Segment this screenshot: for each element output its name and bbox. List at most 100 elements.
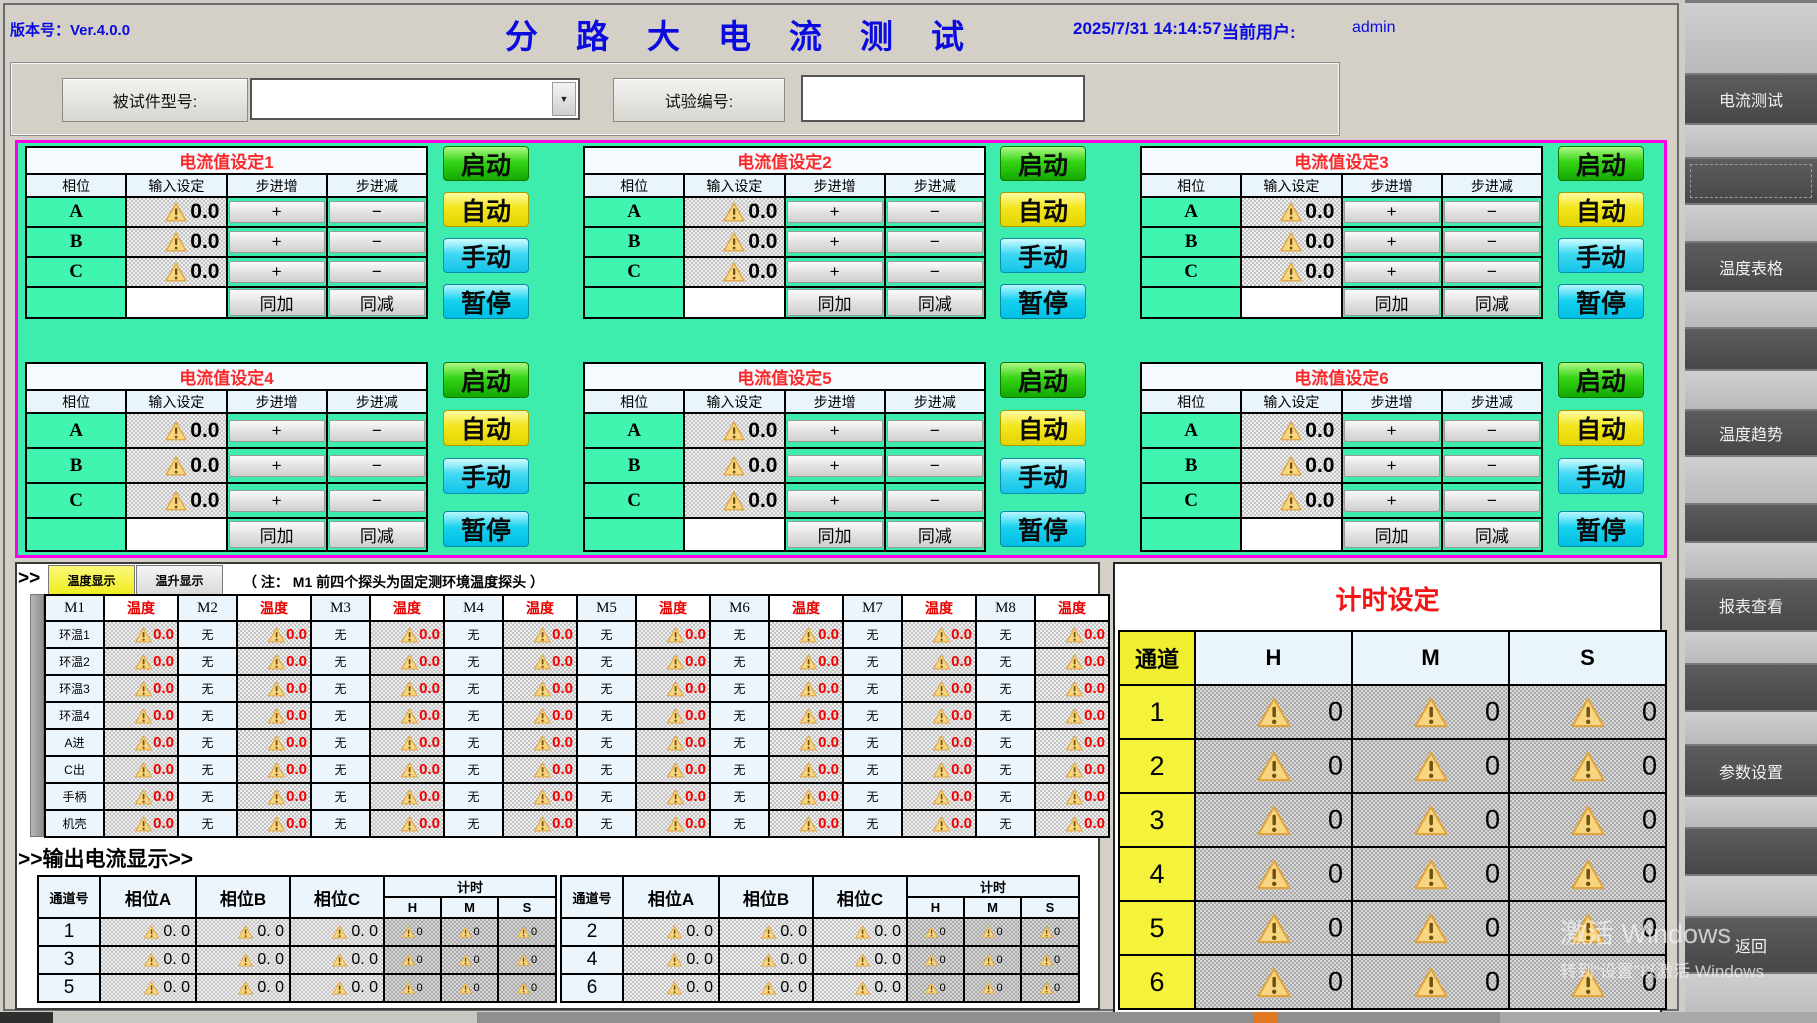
- step-plus-button[interactable]: +: [1344, 231, 1440, 253]
- step-minus-button[interactable]: −: [1444, 455, 1540, 477]
- manual-button[interactable]: 手动: [1000, 238, 1086, 273]
- auto-button[interactable]: 自动: [443, 410, 529, 446]
- tab-temperature-rise[interactable]: 温升显示: [136, 565, 223, 596]
- timer-value-cell[interactable]: 0: [1509, 955, 1666, 1009]
- sub-all-button[interactable]: 同减: [1444, 289, 1540, 316]
- pause-button[interactable]: 暂停: [1000, 284, 1086, 319]
- add-all-button[interactable]: 同加: [787, 289, 883, 316]
- start-button[interactable]: 启动: [443, 362, 529, 398]
- step-minus-button[interactable]: −: [329, 490, 425, 512]
- step-plus-button[interactable]: +: [229, 231, 325, 253]
- step-minus-button[interactable]: −: [887, 201, 983, 223]
- step-minus-button[interactable]: −: [329, 201, 425, 223]
- timer-value-cell[interactable]: 0: [1195, 793, 1352, 847]
- timer-value-cell[interactable]: 0: [1195, 847, 1352, 901]
- manual-button[interactable]: 手动: [443, 458, 529, 494]
- add-all-button[interactable]: 同加: [787, 521, 883, 548]
- add-all-button[interactable]: 同加: [1344, 521, 1440, 548]
- start-button[interactable]: 启动: [1000, 146, 1086, 181]
- step-plus-button[interactable]: +: [787, 420, 883, 442]
- timer-value-cell[interactable]: 0: [1352, 847, 1509, 901]
- timer-value-cell[interactable]: 0: [1352, 793, 1509, 847]
- step-minus-button[interactable]: −: [1444, 490, 1540, 512]
- step-plus-button[interactable]: +: [787, 261, 883, 283]
- timer-value-cell[interactable]: 0: [1509, 793, 1666, 847]
- step-plus-button[interactable]: +: [1344, 201, 1440, 223]
- pause-button[interactable]: 暂停: [443, 284, 529, 319]
- sub-all-button[interactable]: 同减: [329, 521, 425, 548]
- timer-value-cell[interactable]: 0: [1509, 685, 1666, 739]
- sub-all-button[interactable]: 同减: [887, 289, 983, 316]
- step-minus-button[interactable]: −: [1444, 420, 1540, 442]
- step-plus-button[interactable]: +: [1344, 420, 1440, 442]
- step-plus-button[interactable]: +: [229, 455, 325, 477]
- step-plus-button[interactable]: +: [787, 455, 883, 477]
- step-minus-button[interactable]: −: [887, 261, 983, 283]
- sidebar-item-param-setting[interactable]: 参数设置: [1685, 746, 1817, 795]
- manual-button[interactable]: 手动: [443, 238, 529, 273]
- sidebar-item-report-view[interactable]: 报表查看: [1685, 580, 1817, 630]
- timer-value-cell[interactable]: 0: [1195, 739, 1352, 793]
- start-button[interactable]: 启动: [1558, 146, 1644, 181]
- serial-input[interactable]: [801, 75, 1085, 122]
- step-minus-button[interactable]: −: [1444, 201, 1540, 223]
- sub-all-button[interactable]: 同减: [329, 289, 425, 316]
- sidebar-item-current-test[interactable]: 电流测试: [1685, 75, 1817, 123]
- auto-button[interactable]: 自动: [1558, 192, 1644, 227]
- step-minus-button[interactable]: −: [1444, 231, 1540, 253]
- start-button[interactable]: 启动: [1558, 362, 1644, 398]
- chevron-down-icon[interactable]: ▼: [552, 82, 576, 116]
- timer-value-cell[interactable]: 0: [1195, 685, 1352, 739]
- step-plus-button[interactable]: +: [1344, 455, 1440, 477]
- manual-button[interactable]: 手动: [1558, 458, 1644, 494]
- step-plus-button[interactable]: +: [1344, 490, 1440, 512]
- auto-button[interactable]: 自动: [1000, 192, 1086, 227]
- auto-button[interactable]: 自动: [443, 192, 529, 227]
- timer-value-cell[interactable]: 0: [1509, 901, 1666, 955]
- pause-button[interactable]: 暂停: [1000, 511, 1086, 547]
- sidebar-item-temp-table[interactable]: 温度表格: [1685, 243, 1817, 290]
- step-plus-button[interactable]: +: [229, 201, 325, 223]
- step-minus-button[interactable]: −: [329, 261, 425, 283]
- timer-value-cell[interactable]: 0: [1352, 901, 1509, 955]
- step-minus-button[interactable]: −: [1444, 261, 1540, 283]
- sidebar-item-back[interactable]: 返回: [1685, 918, 1817, 972]
- timer-value-cell[interactable]: 0: [1195, 901, 1352, 955]
- timer-value-cell[interactable]: 0: [1509, 847, 1666, 901]
- sub-all-button[interactable]: 同减: [887, 521, 983, 548]
- manual-button[interactable]: 手动: [1000, 458, 1086, 494]
- step-plus-button[interactable]: +: [229, 420, 325, 442]
- step-minus-button[interactable]: −: [329, 231, 425, 253]
- step-minus-button[interactable]: −: [887, 490, 983, 512]
- step-plus-button[interactable]: +: [229, 490, 325, 512]
- pause-button[interactable]: 暂停: [1558, 511, 1644, 547]
- auto-button[interactable]: 自动: [1000, 410, 1086, 446]
- step-minus-button[interactable]: −: [329, 420, 425, 442]
- step-plus-button[interactable]: +: [787, 231, 883, 253]
- sub-all-button[interactable]: 同减: [1444, 521, 1540, 548]
- step-minus-button[interactable]: −: [887, 455, 983, 477]
- pause-button[interactable]: 暂停: [443, 511, 529, 547]
- step-minus-button[interactable]: −: [887, 231, 983, 253]
- add-all-button[interactable]: 同加: [229, 521, 325, 548]
- timer-value-cell[interactable]: 0: [1352, 955, 1509, 1009]
- timer-value-cell[interactable]: 0: [1352, 739, 1509, 793]
- step-plus-button[interactable]: +: [787, 201, 883, 223]
- add-all-button[interactable]: 同加: [1344, 289, 1440, 316]
- start-button[interactable]: 启动: [1000, 362, 1086, 398]
- timer-value-cell[interactable]: 0: [1352, 685, 1509, 739]
- step-plus-button[interactable]: +: [787, 490, 883, 512]
- sidebar-spacer[interactable]: [1685, 159, 1817, 203]
- tab-temperature-display[interactable]: 温度显示: [48, 565, 135, 596]
- timer-value-cell[interactable]: 0: [1195, 955, 1352, 1009]
- timer-value-cell[interactable]: 0: [1509, 739, 1666, 793]
- step-minus-button[interactable]: −: [329, 455, 425, 477]
- step-plus-button[interactable]: +: [1344, 261, 1440, 283]
- step-minus-button[interactable]: −: [887, 420, 983, 442]
- step-plus-button[interactable]: +: [229, 261, 325, 283]
- sidebar-item-temp-trend[interactable]: 温度趋势: [1685, 411, 1817, 455]
- add-all-button[interactable]: 同加: [229, 289, 325, 316]
- manual-button[interactable]: 手动: [1558, 238, 1644, 273]
- model-combobox[interactable]: ▼: [250, 78, 580, 120]
- start-button[interactable]: 启动: [443, 146, 529, 181]
